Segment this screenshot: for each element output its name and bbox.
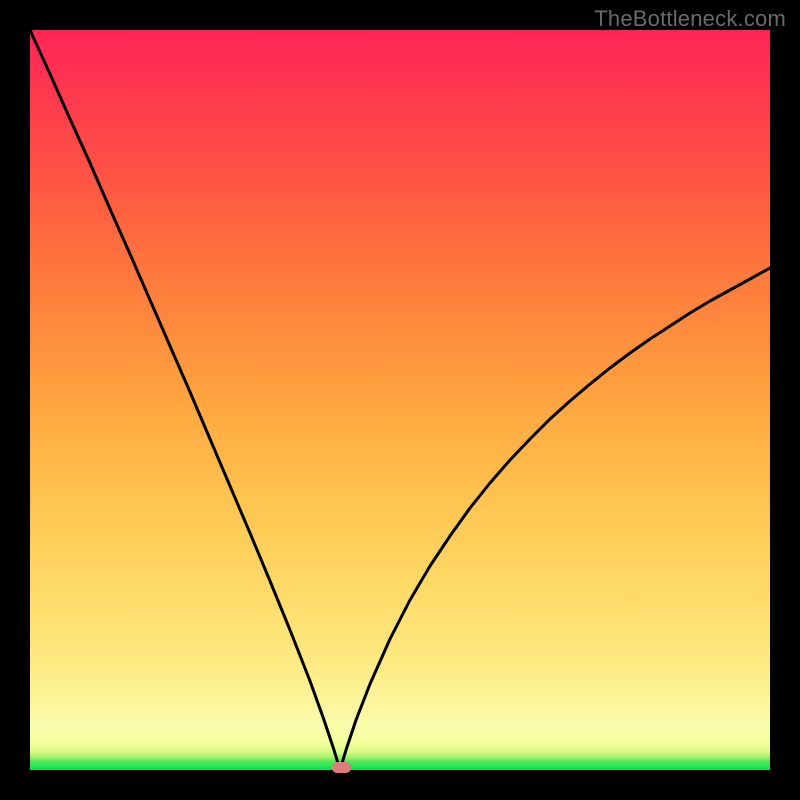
curve-right-branch [340,268,770,770]
curve-left-branch [30,30,340,770]
bottleneck-curve [30,30,770,770]
plot-area [30,30,770,770]
watermark-text: TheBottleneck.com [594,6,786,32]
optimal-point-marker [332,762,351,773]
